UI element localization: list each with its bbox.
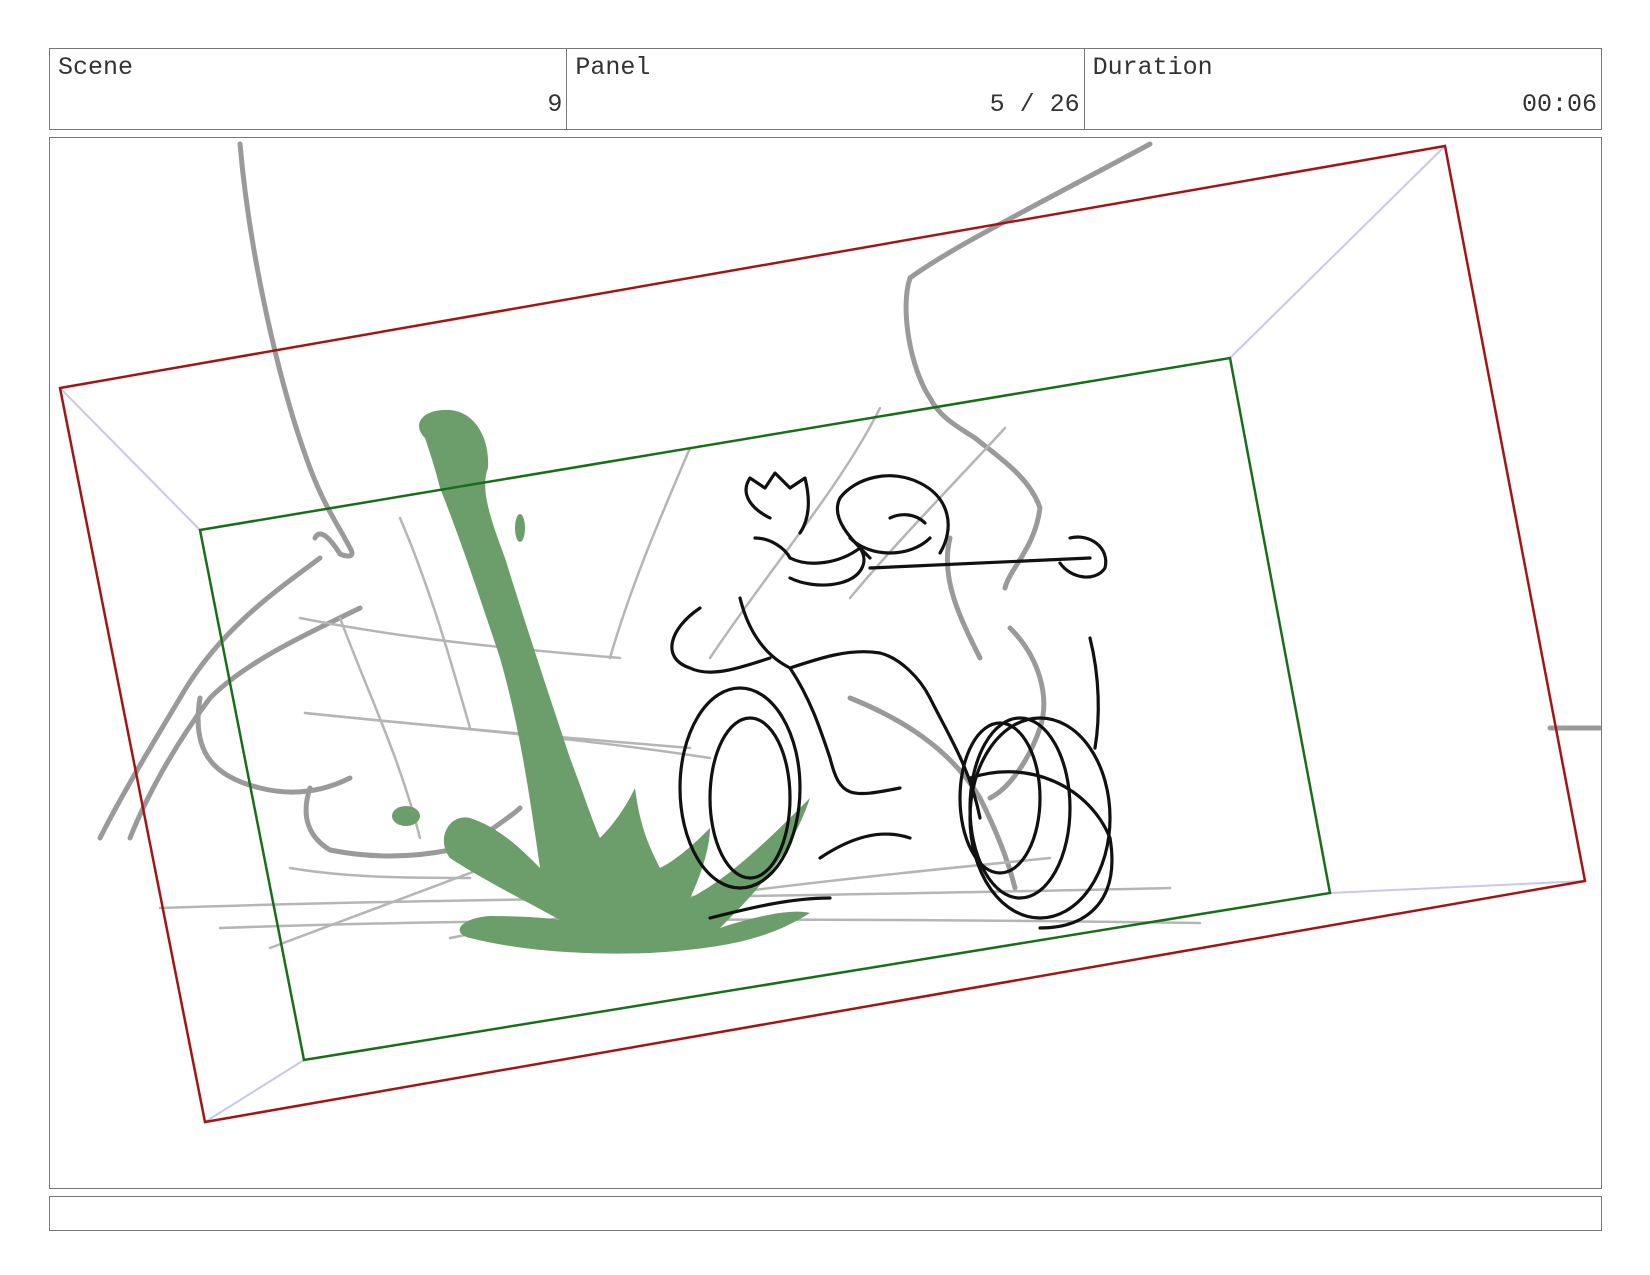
panel-notes xyxy=(49,1196,1602,1231)
panel-label: Panel xyxy=(575,53,651,82)
storyboard-header: Scene 9 Panel 5 / 26 Duration 00:06 xyxy=(49,48,1602,130)
duration-cell: Duration 00:06 xyxy=(1085,49,1601,129)
storyboard-panel xyxy=(49,137,1602,1189)
background-sketch xyxy=(97,141,1601,891)
duration-value: 00:06 xyxy=(1521,90,1597,119)
panel-number: 5 / 26 xyxy=(989,90,1080,119)
panel-cell: Panel 5 / 26 xyxy=(567,49,1085,129)
scene-cell: Scene 9 xyxy=(50,49,568,129)
panel-sketch xyxy=(58,141,1601,1124)
scene-label: Scene xyxy=(58,53,134,82)
duration-label: Duration xyxy=(1092,53,1213,82)
scene-number: 9 xyxy=(547,90,563,119)
